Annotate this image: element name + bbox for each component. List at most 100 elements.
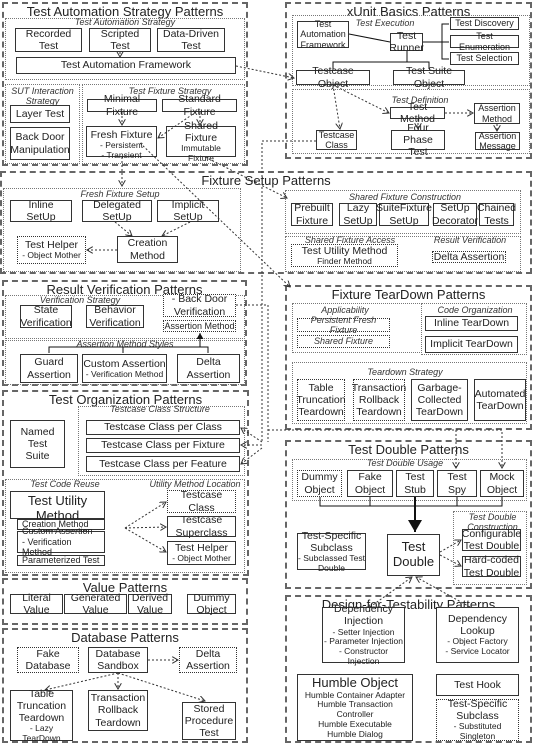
setup-lazy-text: Lazy SetUp <box>343 202 373 227</box>
tas-scripted-text: Scripted Test <box>100 27 140 52</box>
value-literal-text: Literal Value <box>22 591 51 616</box>
double-hard-coded-box: Hard-coded Test Double <box>462 554 521 579</box>
xunit-discovery-box: Test Discovery <box>450 17 519 30</box>
teardown-inline-box: Inline TearDown <box>425 316 518 331</box>
double-fake-box: Fake Object <box>347 470 393 497</box>
tas-recorded-text: Recorded Test <box>25 27 72 52</box>
setup-test-helper-box: Test Helper - Object Mother <box>17 236 86 264</box>
xunit-test-method-box: Test Method <box>390 101 445 125</box>
organization-utility-box: Test Utility Method- Finder Method <box>10 491 105 533</box>
xunit-enumeration-text: Test Enumeration <box>458 31 511 52</box>
database-table-truncation-title: Table Truncation Teardown <box>16 687 67 724</box>
organization-per-fixture-text: Testcase Class per Fixture <box>101 439 225 452</box>
tas-layer-test-box: Layer Test <box>10 105 70 123</box>
verification-custom-item: - Verification Method <box>85 368 164 379</box>
setup-title-text: Fixture Setup Patterns <box>201 173 331 188</box>
tas-shared-title: Shared Fixture <box>184 119 218 144</box>
database-table-truncation-item: - Lazy TearDown <box>22 722 61 743</box>
database-stored-procedure-box: Stored Procedure Test <box>182 702 236 740</box>
xunit-execution-label-text: Test Execution <box>355 18 415 29</box>
setup-chained-text: Chained Tests <box>476 202 517 227</box>
teardown-transaction-rollback-box: Transaction Rollback Teardown <box>351 379 407 421</box>
double-hard-coded-text: Hard-coded Test Double <box>463 554 520 579</box>
verification-custom-box: Custom Assertion - Verification Method <box>82 354 167 383</box>
xunit-execution-label-label: Test Execution <box>345 18 425 29</box>
organization-named-suite-text: Named Test Suite <box>20 425 55 463</box>
double-dummy-text: Dummy Object <box>301 471 338 496</box>
dft-hook-box: Test Hook <box>436 674 519 696</box>
organization-location-label-label: Utility Method Location <box>145 479 245 490</box>
double-test-double-box: Test Double <box>387 534 440 576</box>
verification-behavior-box: Behavior Verification <box>86 304 144 329</box>
setup-utility-box: Test Utility Method Finder Method <box>291 244 398 267</box>
organization-parameterized-text: Parameterized Test <box>22 555 100 566</box>
xunit-enumeration-box: Test Enumeration <box>450 31 519 52</box>
database-sandbox-box: Database Sandbox <box>88 647 148 673</box>
tas-standard-text: Standard Fixture <box>178 93 221 118</box>
double-usage-label-text: Test Double Usage <box>366 458 444 469</box>
double-title-text: Test Double Patterns <box>348 442 469 457</box>
tas-layer-test-text: Layer Test <box>15 107 65 120</box>
dft-humble-title: Humble Object <box>312 674 398 690</box>
tas-framework-box: Test Automation Framework <box>16 57 236 74</box>
database-delta-box: Delta Assertion <box>179 647 237 673</box>
organization-superclass-box: Testcase Superclass <box>167 514 236 539</box>
double-subclass-box: Test-Specific Subclass - Subclassed Test … <box>297 530 366 572</box>
setup-implicit-text: Implicit SetUp <box>171 198 205 223</box>
teardown-persistent-box: Persistent Fresh Fixture <box>297 315 390 335</box>
tas-scripted-box: Scripted Test <box>89 28 151 52</box>
setup-inline-text: Inline SetUp <box>26 198 56 223</box>
dft-injection-title: Dependency Injection <box>334 603 393 628</box>
verification-delta-text: Delta Assertion <box>186 356 231 381</box>
value-generated-box: Generated Value <box>64 592 127 616</box>
xunit-framework-text: Test Automation Framework <box>300 18 346 50</box>
organization-helper-item: - Object Mother <box>172 553 231 564</box>
organization-reuse-label-label: Test Code Reuse <box>25 479 105 490</box>
setup-verification-label-label: Result Verification <box>425 235 515 246</box>
teardown-shared-text: Shared Fixture <box>313 336 374 347</box>
setup-implicit-box: Implicit SetUp <box>157 198 219 223</box>
double-configurable-text: Configurable Test Double <box>461 527 522 552</box>
tas-shared-item: Immutable Fixture <box>181 142 221 163</box>
dft-humble-box: Humble Object Humble Container Adapter Hum… <box>297 674 413 741</box>
xunit-framework-box: Test Automation Framework <box>297 18 349 50</box>
dft-humble-item: Humble Transaction Controller <box>317 699 393 720</box>
value-dummy-text: Dummy Object <box>193 591 230 616</box>
value-derived-text: Derived Value <box>131 591 169 616</box>
teardown-implicit-text: Implicit TearDown <box>430 338 513 351</box>
xunit-runner-box: Test Runner <box>389 30 423 54</box>
setup-shared-label-text: Shared Fixture Construction <box>348 192 462 203</box>
double-fake-text: Fake Object <box>354 471 386 496</box>
value-literal-box: Literal Value <box>10 591 63 616</box>
dft-injection-item: - Constructor Injection <box>338 646 389 666</box>
setup-inline-box: Inline SetUp <box>10 198 72 223</box>
teardown-transaction-rollback-text: Transaction Rollback Teardown <box>351 381 407 419</box>
xunit-suite-object-text: Test Suite Object <box>405 65 453 90</box>
organization-per-class-text: Testcase Class per Class <box>104 421 222 434</box>
xunit-selection-box: Test Selection <box>450 52 519 65</box>
setup-chained-box: Chained Tests <box>476 202 517 227</box>
setup-suite-fixture-text: SuiteFixture SetUp <box>375 202 433 227</box>
setup-suite-fixture-box: SuiteFixture SetUp <box>375 202 433 227</box>
verification-assertion-method-text: Assertion Method <box>164 320 235 331</box>
tas-data-driven-box: Data-Driven Test <box>157 28 225 52</box>
double-spy-text: Test Spy <box>447 471 467 496</box>
setup-utility-item: Finder Method <box>317 255 372 266</box>
verification-delta-box: Delta Assertion <box>177 354 240 383</box>
organization-custom-text: Custom Assertion - Verification Method <box>22 526 93 558</box>
dft-subclass-item: - Substituted Singleton <box>453 721 502 742</box>
organization-per-feature-box: Testcase Class per Feature <box>86 456 240 472</box>
xunit-testcase-object-text: Testcase Object <box>312 65 354 90</box>
verification-assertion-method-box: Assertion Method <box>163 320 236 332</box>
organization-custom-box: Custom Assertion - Verification Method <box>17 526 105 557</box>
teardown-shared-box: Shared Fixture <box>297 335 390 348</box>
double-spy-box: Test Spy <box>437 470 477 497</box>
teardown-automated-text: Automated TearDown <box>474 387 526 412</box>
setup-delta-box: Delta Assertion <box>432 251 506 263</box>
tas-minimal-box: Minimal Fixture <box>87 93 157 118</box>
verification-guard-text: Guard Assertion <box>27 356 71 381</box>
tas-framework-text: Test Automation Framework <box>60 59 192 72</box>
verification-guard-box: Guard Assertion <box>20 354 78 383</box>
database-sandbox-text: Database Sandbox <box>95 647 141 672</box>
organization-helper-box: Test Helper - Object Mother <box>167 541 236 565</box>
